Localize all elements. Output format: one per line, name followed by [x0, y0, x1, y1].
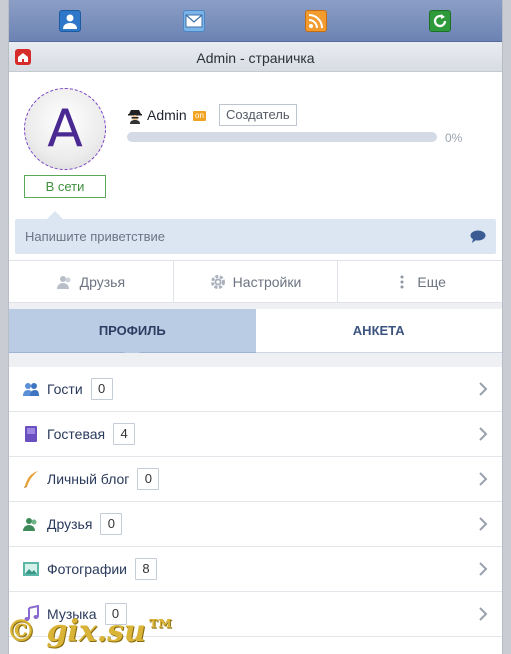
online-indicator: on — [193, 111, 206, 121]
refresh-icon[interactable] — [429, 10, 451, 32]
menu-item-label: Фотографии — [47, 561, 128, 577]
chevron-right-icon — [479, 382, 488, 396]
spy-icon — [128, 110, 142, 124]
avatar[interactable]: A — [24, 88, 106, 170]
tab-profile[interactable]: ПРОФИЛЬ — [9, 309, 256, 360]
friends-icon — [23, 518, 37, 531]
role-badge: Создатель — [219, 104, 297, 126]
rss-icon[interactable] — [305, 10, 327, 32]
guestbook-icon — [25, 426, 37, 442]
username[interactable]: Admin — [147, 107, 187, 123]
divider — [9, 353, 502, 367]
guests-icon — [23, 383, 39, 396]
menu-item-blog[interactable]: Личный блог 0 — [9, 457, 502, 502]
friends-icon — [56, 275, 71, 289]
profile-actions: Друзья Настройки Еще — [9, 260, 502, 303]
menu-item-guestbook[interactable]: Гостевая 4 — [9, 412, 502, 457]
photos-icon — [23, 562, 39, 576]
music-icon — [24, 605, 39, 621]
status-badge: В сети — [24, 175, 106, 198]
progress-bar — [127, 132, 437, 142]
blog-icon — [24, 471, 38, 488]
chevron-right-icon — [479, 472, 488, 486]
more-button[interactable]: Еще — [338, 261, 502, 302]
page-title: Admin - страничка — [196, 50, 315, 66]
chevron-right-icon — [479, 517, 488, 531]
more-button-label: Еще — [417, 273, 446, 290]
menu-item-label: Гости — [47, 381, 83, 397]
settings-button[interactable]: Настройки — [173, 261, 339, 302]
friends-button-label: Друзья — [79, 273, 126, 290]
menu-item-count: 8 — [135, 558, 158, 580]
menu-item-count: 0 — [100, 513, 123, 535]
chevron-right-icon — [479, 562, 488, 576]
top-icon-bar — [9, 0, 502, 42]
menu-item-photos[interactable]: Фотографии 8 — [9, 547, 502, 592]
menu-item-music[interactable]: Музыка 0 — [9, 592, 502, 637]
menu-item-label: Личный блог — [47, 471, 130, 487]
chevron-right-icon — [479, 607, 488, 621]
menu-item-friends[interactable]: Друзья 0 — [9, 502, 502, 547]
progress-label: 0% — [445, 131, 463, 145]
tab-questionnaire[interactable]: АНКЕТА — [255, 309, 502, 353]
more-icon — [400, 275, 404, 288]
settings-button-label: Настройки — [232, 273, 302, 290]
menu-item-count: 0 — [137, 468, 160, 490]
mail-icon[interactable] — [183, 10, 205, 32]
menu-item-count: 4 — [113, 423, 136, 445]
profile-tabs: ПРОФИЛЬ АНКЕТА — [9, 309, 502, 360]
menu-item-label: Друзья — [47, 516, 93, 532]
avatar-letter: A — [47, 99, 83, 159]
greeting-box — [15, 219, 496, 254]
greeting-arrow — [47, 211, 63, 219]
menu-item-label: Гостевая — [47, 426, 106, 442]
gear-icon — [210, 274, 225, 289]
menu-item-label: Музыка — [47, 606, 97, 622]
menu-item-count: 0 — [90, 378, 113, 400]
menu-item-count: 0 — [104, 603, 127, 625]
app-frame: Admin - страничка A В сети Admin on Созд… — [8, 0, 503, 654]
title-bar: Admin - страничка — [9, 42, 502, 72]
greeting-input[interactable] — [15, 219, 496, 254]
menu-item-guests[interactable]: Гости 0 — [9, 367, 502, 412]
friends-button[interactable]: Друзья — [9, 261, 174, 302]
user-icon[interactable] — [59, 10, 81, 32]
profile-menu: Гости 0 Гостевая 4 Личный блог 0 Друзья … — [9, 367, 502, 637]
chat-icon[interactable] — [470, 230, 486, 243]
chevron-right-icon — [479, 427, 488, 441]
